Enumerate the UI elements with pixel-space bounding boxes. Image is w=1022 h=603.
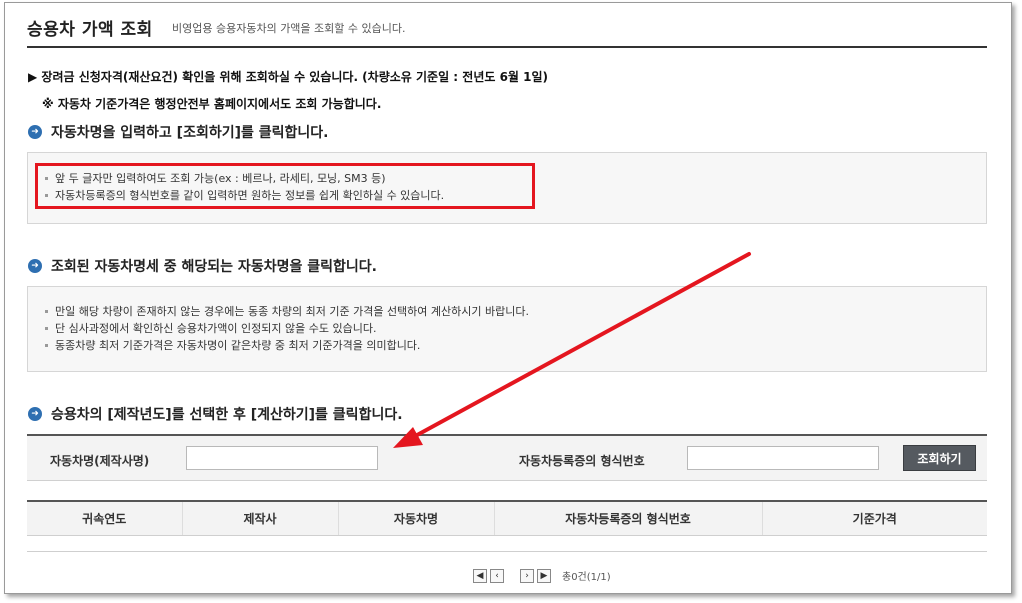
red-arrow-annotation [393, 252, 751, 448]
